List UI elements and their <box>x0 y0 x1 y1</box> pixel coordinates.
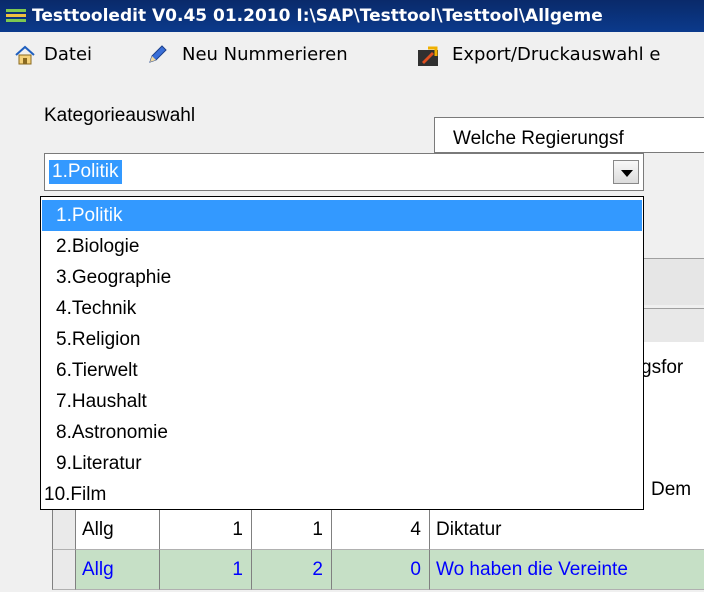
dropdown-option[interactable]: 9.Literatur <box>42 448 642 479</box>
menu-datei[interactable]: Datei <box>14 42 114 68</box>
window-title: Testtooledit V0.45 01.2010 I:\SAP\Testto… <box>32 6 603 26</box>
dropdown-option[interactable]: 4.Technik <box>42 293 642 324</box>
dropdown-option[interactable]: 2.Biologie <box>42 231 642 262</box>
category-combobox-value: 1.Politik <box>49 160 122 184</box>
cell-category: Allg <box>76 510 160 550</box>
cell-number-3: 4 <box>332 510 430 550</box>
category-dropdown-list: 1.Politik 2.Biologie 3.Geographie 4.Tech… <box>40 196 644 510</box>
background-cell-3 <box>640 430 704 471</box>
cell-text: Wo haben die Vereinte <box>430 550 704 590</box>
export-print-icon <box>418 46 438 66</box>
background-cell-4: Dem <box>640 470 704 511</box>
background-header <box>640 308 704 343</box>
dropdown-option[interactable]: 1.Politik <box>42 200 642 231</box>
table-row[interactable]: Allg 1 1 4 Diktatur <box>52 510 704 550</box>
dropdown-option[interactable]: 7.Haushalt <box>42 386 642 417</box>
cell-number-3: 0 <box>332 550 430 590</box>
dropdown-option[interactable]: 3.Geographie <box>42 262 642 293</box>
category-label: Kategorieauswahl <box>44 105 196 126</box>
table-row[interactable]: Allg 1 2 0 Wo haben die Vereinte <box>52 550 704 590</box>
row-header[interactable] <box>52 510 76 550</box>
cell-number-1: 1 <box>160 550 252 590</box>
dropdown-option[interactable]: 10.Film <box>42 479 642 510</box>
category-dropdown-button[interactable] <box>613 160 639 184</box>
cell-number-1: 1 <box>160 510 252 550</box>
app-icon <box>6 9 26 22</box>
dropdown-option[interactable]: 8.Astronomie <box>42 417 642 448</box>
dropdown-option[interactable]: 5.Religion <box>42 324 642 355</box>
menu-neu-nummerieren[interactable]: Neu Nummerieren <box>146 42 386 68</box>
row-header[interactable] <box>52 550 76 590</box>
background-button[interactable] <box>640 258 704 305</box>
home-icon <box>15 45 35 65</box>
cell-number-2: 2 <box>252 550 332 590</box>
menu-export[interactable]: Export/Druckauswahl e <box>416 42 704 68</box>
question-combobox-value: Welche Regierungsf <box>453 128 624 149</box>
cell-category: Allg <box>76 550 160 590</box>
background-cell-1: gsfor <box>640 342 704 389</box>
question-combobox[interactable]: Welche Regierungsf <box>434 117 704 153</box>
category-combobox[interactable]: 1.Politik <box>44 153 644 191</box>
menu-neu-nummerieren-label: Neu Nummerieren <box>182 44 348 65</box>
title-bar: Testtooledit V0.45 01.2010 I:\SAP\Testto… <box>0 0 704 32</box>
cell-text: Diktatur <box>430 510 704 550</box>
chevron-down-icon <box>621 170 633 177</box>
menu-export-label: Export/Druckauswahl e <box>452 44 661 65</box>
menu-datei-label: Datei <box>44 44 93 65</box>
background-cell-text-1: gsfor <box>641 357 684 378</box>
dropdown-option[interactable]: 6.Tierwelt <box>42 355 642 386</box>
pencil-icon <box>149 45 167 63</box>
questions-grid: Allg 1 1 4 Diktatur Allg 1 2 0 Wo haben … <box>52 510 704 592</box>
cell-number-2: 1 <box>252 510 332 550</box>
background-cell-text-2: Dem <box>651 479 692 500</box>
background-cell-2 <box>640 388 704 431</box>
menu-bar: Datei Neu Nummerieren Export/Druckauswah… <box>0 32 704 76</box>
